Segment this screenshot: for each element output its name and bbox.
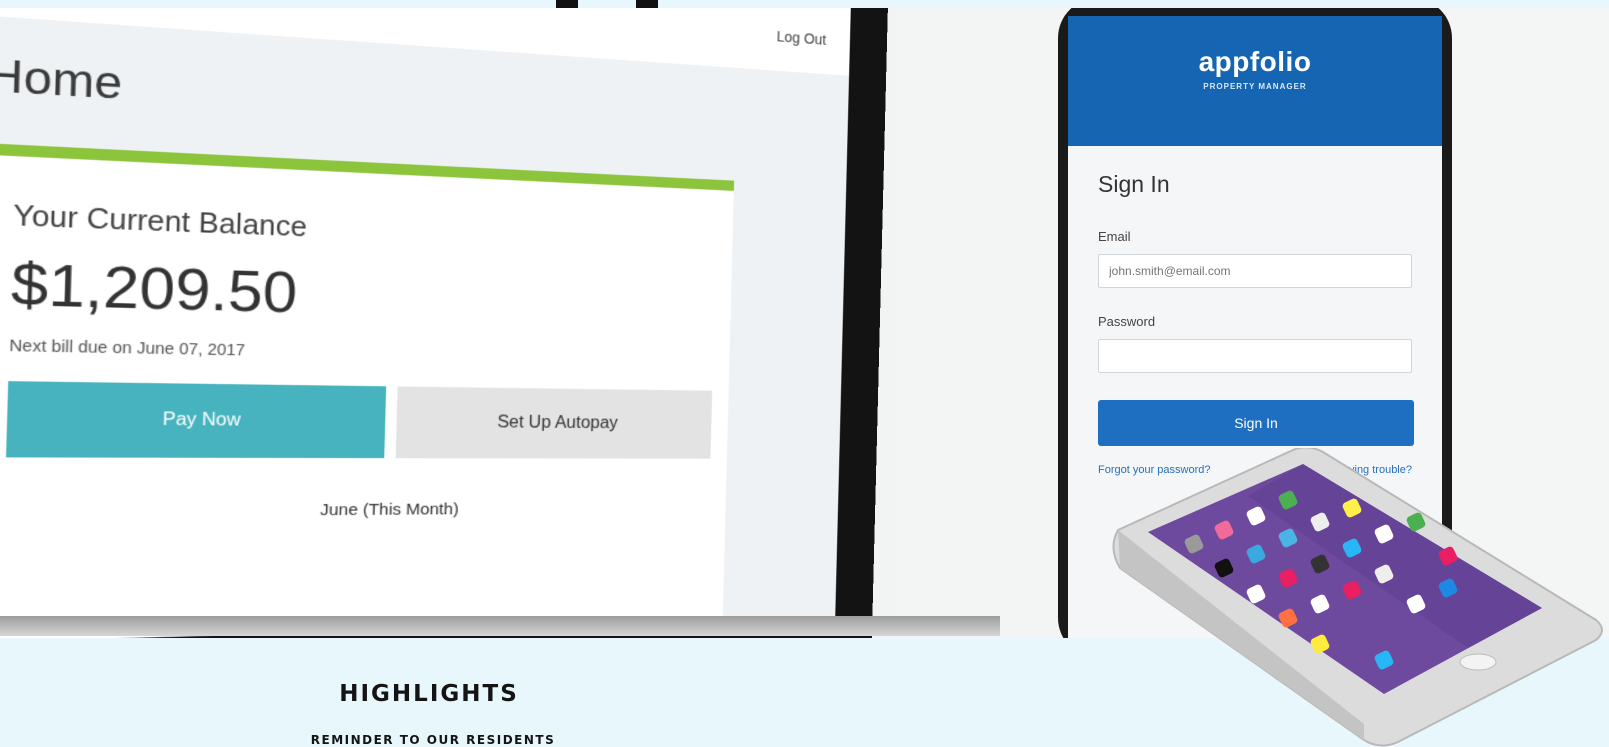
logout-link[interactable]: Log Out	[776, 28, 826, 48]
top-strip	[0, 0, 1609, 8]
brand-header: appfolio PROPERTY MANAGER	[1068, 16, 1442, 146]
balance-heading: Your Current Balance	[12, 199, 308, 243]
home-button	[1459, 653, 1497, 671]
laptop-screen: Log Out Home Your Current Balance $1,209…	[0, 8, 851, 638]
pay-now-button[interactable]: Pay Now	[6, 381, 387, 459]
email-label: Email	[1098, 229, 1131, 244]
setup-autopay-button[interactable]: Set Up Autopay	[395, 386, 713, 459]
heading-fragment	[636, 0, 658, 8]
signin-button[interactable]: Sign In	[1098, 400, 1414, 446]
laptop-base	[0, 616, 1000, 636]
password-field[interactable]	[1098, 339, 1412, 373]
balance-card: Your Current Balance $1,209.50 Next bill…	[0, 143, 735, 638]
balance-amount: $1,209.50	[10, 251, 298, 326]
brand-logo: appfolio	[1198, 46, 1312, 77]
heading-fragment	[556, 0, 578, 8]
reminder-subheading: REMINDER TO OUR RESIDENTS	[310, 733, 556, 747]
top-bar: Log Out	[0, 8, 851, 76]
email-field[interactable]	[1098, 254, 1412, 288]
signin-title: Sign In	[1098, 171, 1170, 197]
due-date-text: Next bill due on June 07, 2017	[9, 336, 246, 359]
password-label: Password	[1098, 314, 1156, 329]
iso-phone-illustration	[1112, 448, 1603, 747]
month-label: June (This Month)	[319, 500, 459, 520]
brand-subtitle: PROPERTY MANAGER	[1203, 82, 1307, 91]
page-title: Home	[0, 50, 123, 110]
laptop: Log Out Home Your Current Balance $1,209…	[0, 8, 889, 638]
highlights-heading: HIGHLIGHTS	[339, 681, 519, 707]
